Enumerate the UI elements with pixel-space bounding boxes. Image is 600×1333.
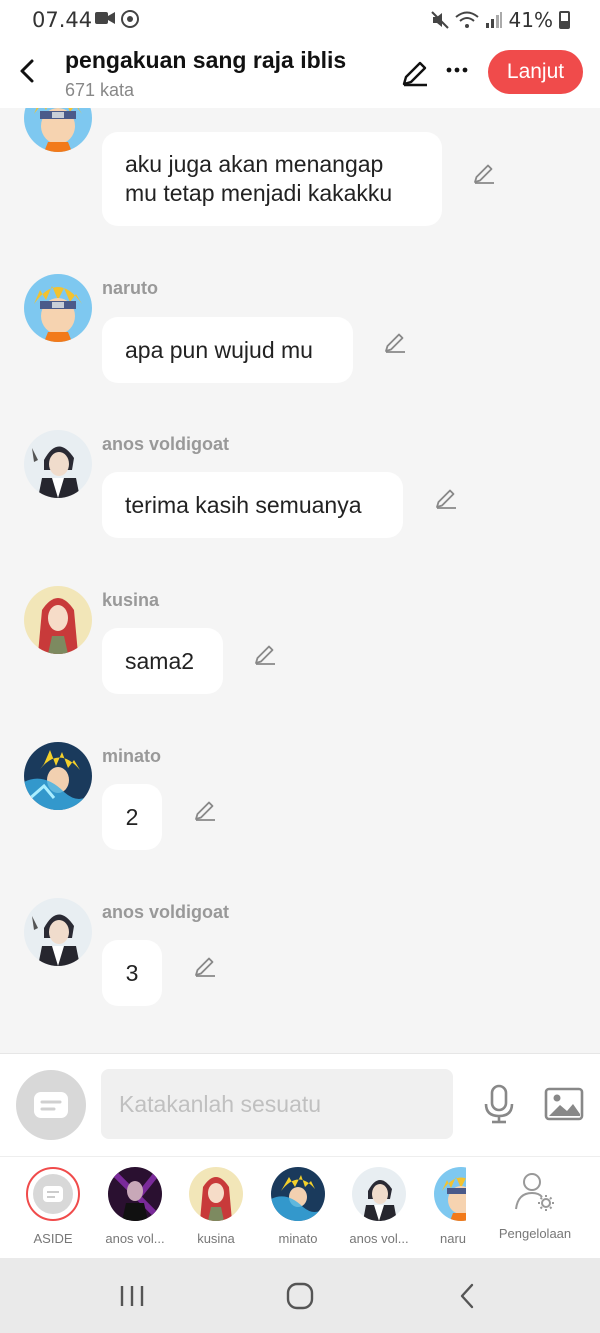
character-minato[interactable]: minato (258, 1167, 338, 1246)
character-label: minato (278, 1231, 318, 1246)
character-aside[interactable]: ASIDE (13, 1167, 93, 1246)
status-time: 07.44 (32, 8, 93, 32)
sender-name: naruto (102, 278, 158, 298)
battery-icon (559, 11, 570, 29)
story-title: pengakuan sang raja iblis (65, 47, 347, 73)
character-label: Pengelolaan (498, 1226, 572, 1241)
message-composer (0, 1053, 600, 1156)
avatar-naruto[interactable] (24, 108, 92, 152)
signal-icon (485, 12, 502, 28)
mute-icon (430, 11, 449, 29)
app-header: pengakuan sang raja iblis 671 kata Lanju… (0, 40, 600, 108)
character-label: naru (440, 1231, 466, 1246)
edit-message-pencil-icon[interactable] (253, 642, 277, 666)
character-avatar (434, 1167, 466, 1221)
message-list[interactable]: naruto aku juga akan menangap mu tetap m… (0, 108, 600, 1053)
sender-name: anos voldigoat (102, 434, 230, 454)
character-selector-bar: ASIDE anos vol... kusina minato anos vol… (0, 1156, 600, 1258)
message-bubble[interactable]: terima kasih semuanya (102, 472, 403, 538)
video-camera-icon (95, 12, 115, 24)
edit-title-pencil-icon[interactable] (400, 58, 430, 88)
system-navigation-bar (0, 1258, 600, 1333)
character-kusina[interactable]: kusina (176, 1167, 256, 1246)
aside-toggle-button[interactable] (16, 1070, 86, 1140)
more-options-icon[interactable] (445, 58, 469, 82)
message-bubble[interactable]: apa pun wujud mu (102, 317, 353, 383)
character-anos-voldigoat[interactable]: anos vol... (339, 1167, 419, 1246)
sender-name: kusina (102, 590, 160, 610)
chrome-icon (121, 10, 139, 28)
sender-name: minato (102, 746, 162, 766)
character-label: anos vol... (349, 1231, 409, 1246)
avatar-kusina[interactable] (24, 586, 92, 654)
avatar-anos-voldigoat[interactable] (24, 898, 92, 966)
character-avatar (271, 1167, 325, 1221)
character-avatar (108, 1167, 162, 1221)
character-avatar (189, 1167, 243, 1221)
sender-name: anos voldigoat (102, 902, 230, 922)
avatar-anos-voldigoat[interactable] (24, 430, 92, 498)
aside-avatar (26, 1167, 80, 1221)
chat-story-screen: 07.44 41% pengakuan sang raja iblis 671 … (0, 0, 600, 1333)
message-bubble[interactable]: 3 (102, 940, 162, 1006)
edit-message-pencil-icon[interactable] (383, 330, 407, 354)
microphone-icon[interactable] (480, 1084, 518, 1124)
system-back-icon[interactable] (452, 1280, 484, 1312)
home-icon[interactable] (284, 1280, 316, 1312)
user-settings-icon (515, 1173, 554, 1211)
status-bar: 07.44 41% (0, 0, 600, 40)
status-notification-icons (95, 10, 139, 28)
next-button[interactable]: Lanjut (488, 50, 583, 94)
wifi-icon (454, 11, 479, 28)
edit-message-pencil-icon[interactable] (434, 486, 458, 510)
back-arrow-icon[interactable] (14, 58, 40, 84)
character-label: ASIDE (33, 1231, 73, 1246)
character-management-button[interactable]: Pengelolaan (490, 1169, 580, 1241)
edit-message-pencil-icon[interactable] (193, 798, 217, 822)
image-icon[interactable] (544, 1084, 584, 1124)
chat-icon (34, 1092, 68, 1118)
recent-apps-icon[interactable] (116, 1280, 148, 1312)
message-bubble[interactable]: sama2 (102, 628, 223, 694)
chat-icon (43, 1186, 63, 1202)
character-label: kusina (197, 1231, 235, 1246)
message-input[interactable] (101, 1069, 453, 1139)
character-avatar (352, 1167, 406, 1221)
character-anos-voldigoat-dark[interactable]: anos vol... (95, 1167, 175, 1246)
status-right-icons: 41% (430, 8, 570, 32)
avatar-minato[interactable] (24, 742, 92, 810)
edit-message-pencil-icon[interactable] (472, 161, 496, 185)
message-bubble[interactable]: 2 (102, 784, 162, 850)
word-count: 671 kata (65, 80, 135, 100)
character-label: anos vol... (105, 1231, 165, 1246)
edit-message-pencil-icon[interactable] (193, 954, 217, 978)
message-bubble[interactable]: aku juga akan menangap mu tetap menjadi … (102, 132, 442, 226)
battery-percent: 41% (508, 8, 553, 32)
avatar-naruto[interactable] (24, 274, 92, 342)
character-naruto[interactable]: naru (420, 1167, 466, 1246)
